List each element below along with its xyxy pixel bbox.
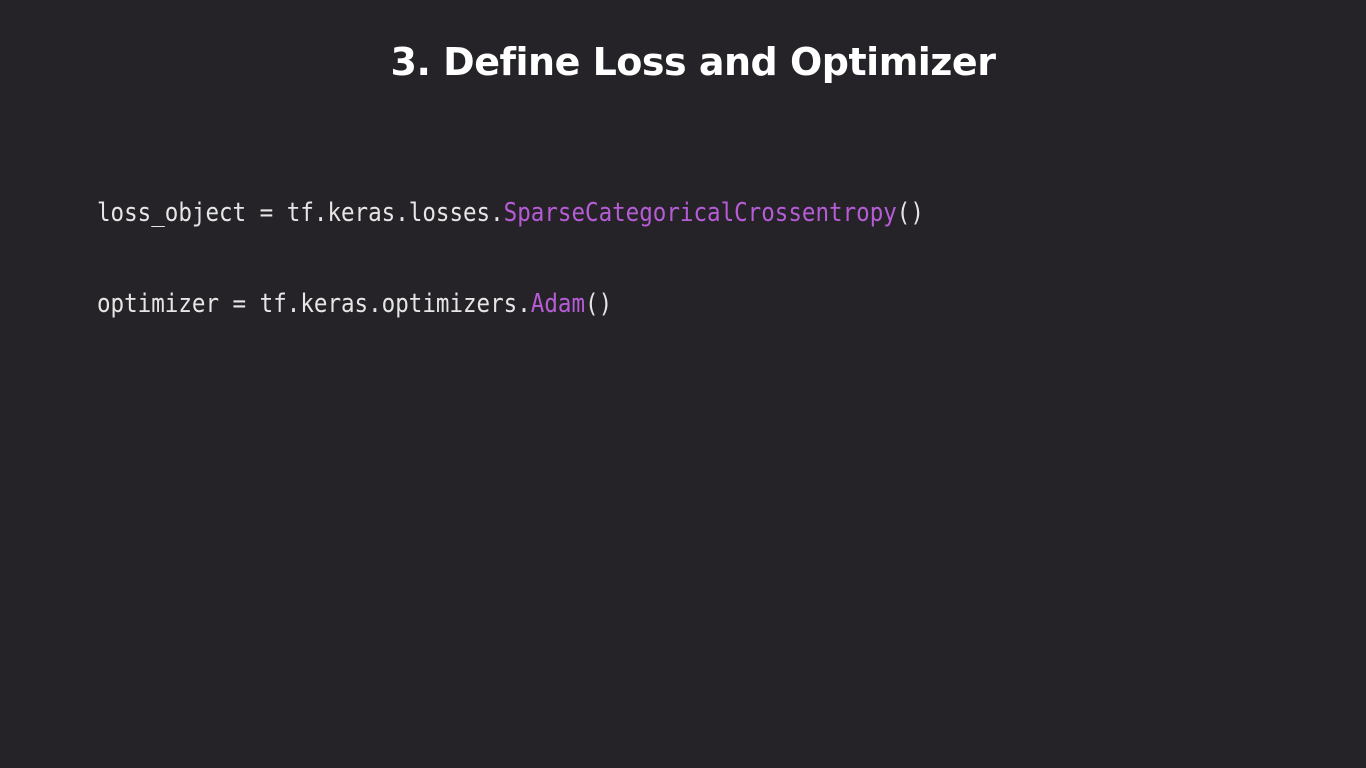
code-line-optimizer: optimizer = tf.keras.optimizers.Adam() (97, 287, 924, 321)
code-function-name: Adam (530, 289, 586, 319)
code-line-loss-object: loss_object = tf.keras.losses.SparseCate… (97, 196, 924, 230)
slide-title: 3. Define Loss and Optimizer (390, 40, 996, 84)
slide: 3. Define Loss and Optimizer loss_object… (0, 0, 1366, 768)
code-parentheses: () (896, 198, 924, 228)
code-parentheses: () (585, 289, 613, 319)
code-function-name: SparseCategoricalCrossentropy (503, 198, 897, 228)
code-block: loss_object = tf.keras.losses.SparseCate… (97, 196, 1052, 321)
code-text: optimizer = tf.keras.optimizers. (97, 289, 531, 319)
code-text: loss_object = tf.keras.losses. (97, 198, 504, 228)
